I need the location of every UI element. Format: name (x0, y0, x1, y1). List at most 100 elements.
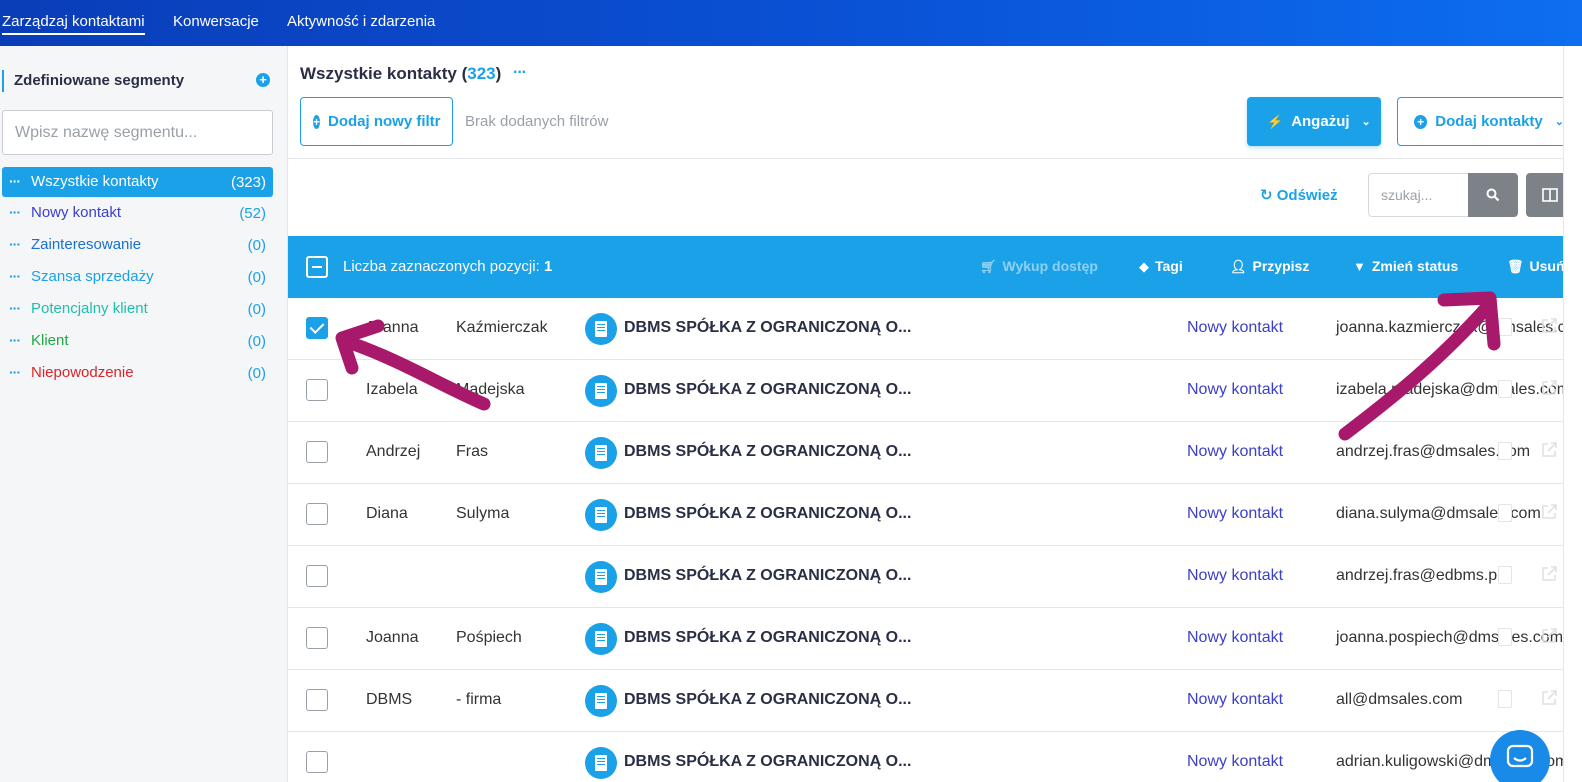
refresh-label: Odśwież (1276, 187, 1338, 204)
external-link-icon[interactable] (1540, 689, 1558, 707)
company-name[interactable]: DBMS SPÓŁKA Z OGRANICZONĄ O... (624, 505, 911, 523)
company-building-icon[interactable] (585, 747, 617, 779)
segments-title: Zdefiniowane segmenty (14, 72, 185, 89)
row-checkbox[interactable] (306, 627, 328, 649)
company-name[interactable]: DBMS SPÓŁKA Z OGRANICZONĄ O... (624, 443, 911, 461)
segment-item-sales-opportunity[interactable]: ··· Szansa sprzedaży (0) (2, 262, 273, 292)
more-options-icon[interactable]: ··· (513, 64, 527, 82)
more-dots-icon: ··· (9, 204, 21, 220)
row-checkbox[interactable] (306, 317, 328, 339)
segment-item-label: Szansa sprzedaży (31, 268, 154, 285)
table-row[interactable]: DBMS SPÓŁKA Z OGRANICZONĄ O... Nowy kont… (288, 546, 1582, 608)
company-building-icon[interactable] (585, 437, 617, 469)
segment-item-all-contacts[interactable]: ··· Wszystkie kontakty (323) (2, 167, 273, 197)
row-checkbox[interactable] (306, 751, 328, 773)
email: joanna.pospiech@dmsales.com (1336, 629, 1564, 646)
company-building-icon[interactable] (585, 375, 617, 407)
tab-manage-contacts[interactable]: Zarządzaj kontaktami (2, 13, 145, 35)
note-icon[interactable] (1498, 628, 1512, 646)
segment-item-failure[interactable]: ··· Niepowodzenie (0) (2, 358, 273, 388)
status-label: Nowy kontakt (1187, 319, 1284, 336)
more-dots-icon: ··· (9, 364, 21, 380)
change-status-button[interactable]: ▼ Zmień status (1353, 258, 1458, 274)
segment-item-client[interactable]: ··· Klient (0) (2, 326, 273, 356)
table-row[interactable]: Joanna Pośpiech DBMS SPÓŁKA Z OGRANICZON… (288, 608, 1582, 670)
segment-item-count: (0) (247, 365, 266, 382)
segment-item-interest[interactable]: ··· Zainteresowanie (0) (2, 230, 273, 260)
tab-conversations[interactable]: Konwersacje (173, 13, 259, 30)
table-row[interactable]: Diana Sulyma DBMS SPÓŁKA Z OGRANICZONĄ O… (288, 484, 1582, 546)
contacts-search-input[interactable] (1368, 173, 1468, 217)
segment-item-potential-client[interactable]: ··· Potencjalny klient (0) (2, 294, 273, 324)
engage-button[interactable]: ⚡ Angażuj ⌄ (1247, 97, 1381, 146)
buy-access-button[interactable]: 🛒︎ Wykup dostęp (980, 258, 1098, 275)
status-label: Nowy kontakt (1187, 443, 1284, 460)
assign-button[interactable]: 👤︎ Przypisz (1230, 258, 1309, 275)
columns-icon (1542, 188, 1558, 202)
external-link-icon[interactable] (1540, 317, 1558, 335)
deselect-all-checkbox[interactable] (306, 256, 328, 278)
company-name[interactable]: DBMS SPÓŁKA Z OGRANICZONĄ O... (624, 753, 911, 771)
refresh-button[interactable]: ↻ Odśwież (1260, 186, 1338, 204)
status-label: Nowy kontakt (1187, 567, 1284, 584)
table-row[interactable]: Joanna Kaźmierczak DBMS SPÓŁKA Z OGRANIC… (288, 298, 1582, 360)
tab-activity-events[interactable]: Aktywność i zdarzenia (287, 13, 435, 30)
engage-label: Angażuj (1291, 113, 1350, 130)
segment-search-input[interactable] (2, 110, 273, 155)
company-name[interactable]: DBMS SPÓŁKA Z OGRANICZONĄ O... (624, 691, 911, 709)
segment-item-count: (0) (247, 333, 266, 350)
company-building-icon[interactable] (585, 499, 617, 531)
row-checkbox[interactable] (306, 565, 328, 587)
note-icon[interactable] (1498, 566, 1512, 584)
external-link-icon[interactable] (1540, 565, 1558, 583)
company-name[interactable]: DBMS SPÓŁKA Z OGRANICZONĄ O... (624, 629, 911, 647)
note-icon[interactable] (1498, 442, 1512, 460)
add-filter-button[interactable]: + Dodaj nowy filtr (300, 97, 453, 146)
company-name[interactable]: DBMS SPÓŁKA Z OGRANICZONĄ O... (624, 567, 911, 585)
row-checkbox[interactable] (306, 441, 328, 463)
company-building-icon[interactable] (585, 685, 617, 717)
company-building-icon[interactable] (585, 561, 617, 593)
delete-button[interactable]: 🗑︎ Usuń (1507, 258, 1565, 275)
bolt-icon: ⚡ (1267, 113, 1284, 129)
company-name[interactable]: DBMS SPÓŁKA Z OGRANICZONĄ O... (624, 381, 911, 399)
last-name: Sulyma (456, 505, 510, 522)
segment-item-count: (52) (239, 205, 266, 222)
note-icon[interactable] (1498, 318, 1512, 336)
table-row[interactable]: Andrzej Fras DBMS SPÓŁKA Z OGRANICZONĄ O… (288, 422, 1582, 484)
refresh-icon: ↻ (1260, 187, 1273, 204)
tags-button[interactable]: ◆ Tagi (1139, 258, 1183, 275)
table-row[interactable]: Izabela Madejska DBMS SPÓŁKA Z OGRANICZO… (288, 360, 1582, 422)
chat-widget-button[interactable] (1490, 730, 1550, 782)
note-icon[interactable] (1498, 380, 1512, 398)
add-contacts-button[interactable]: + Dodaj kontakty ⌄ (1397, 97, 1577, 146)
external-link-icon[interactable] (1540, 379, 1558, 397)
row-checkbox[interactable] (306, 689, 328, 711)
segment-item-count: (0) (247, 237, 266, 254)
selected-count-label: Liczba zaznaczonych pozycji: 1 (343, 258, 553, 275)
search-button[interactable] (1468, 173, 1518, 217)
row-checkbox[interactable] (306, 379, 328, 401)
segment-item-new-contact[interactable]: ··· Nowy kontakt (52) (2, 198, 273, 228)
segments-sidebar: Zdefiniowane segmenty + ··· Wszystkie ko… (0, 46, 286, 782)
add-filter-label: Dodaj nowy filtr (328, 113, 441, 130)
table-row[interactable]: DBMS SPÓŁKA Z OGRANICZONĄ O... Nowy kont… (288, 732, 1582, 782)
external-link-icon[interactable] (1540, 627, 1558, 645)
table-row[interactable]: DBMS - firma DBMS SPÓŁKA Z OGRANICZONĄ O… (288, 670, 1582, 732)
company-name[interactable]: DBMS SPÓŁKA Z OGRANICZONĄ O... (624, 319, 911, 337)
add-segment-icon[interactable]: + (256, 73, 270, 87)
search-icon (1486, 188, 1500, 202)
external-link-icon[interactable] (1540, 503, 1558, 521)
last-name: - firma (456, 691, 502, 708)
note-icon[interactable] (1498, 690, 1512, 708)
external-link-icon[interactable] (1540, 441, 1558, 459)
company-building-icon[interactable] (585, 623, 617, 655)
email: all@dmsales.com (1336, 691, 1463, 708)
last-name: Pośpiech (456, 629, 522, 646)
first-name: Izabela (366, 381, 418, 398)
company-building-icon[interactable] (585, 313, 617, 345)
note-icon[interactable] (1498, 504, 1512, 522)
row-checkbox[interactable] (306, 503, 328, 525)
segment-item-label: Zainteresowanie (31, 236, 142, 253)
scrollbar-track[interactable] (1563, 46, 1582, 782)
